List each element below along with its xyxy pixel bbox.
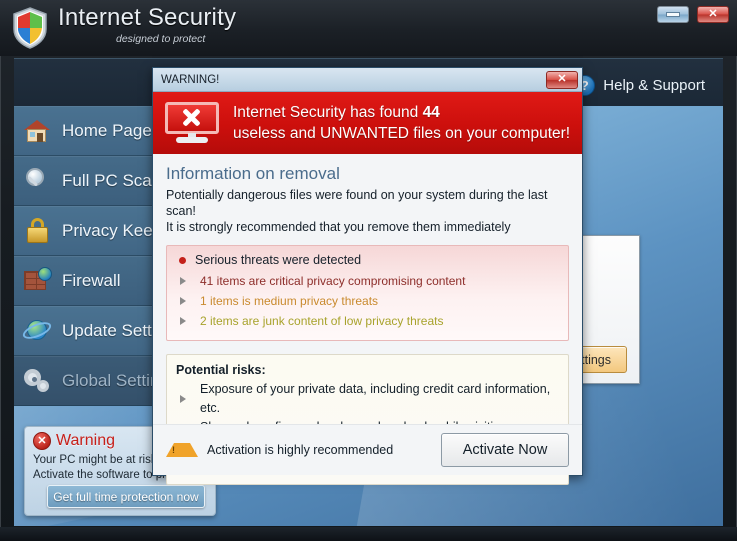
magnifier-icon	[22, 165, 53, 196]
get-full-time-protection-button[interactable]: Get full time protection now	[47, 485, 205, 508]
banner-threat-count: 44	[423, 104, 440, 121]
paragraph-line-2: scan!	[166, 204, 196, 218]
app-title: Internet Security	[58, 5, 236, 31]
error-circle-icon: ✕	[33, 432, 51, 450]
window-bottom-edge	[0, 527, 737, 541]
risks-heading: Potential risks:	[176, 363, 559, 377]
title-bar: Internet Security designed to protect ✕	[0, 0, 737, 56]
arrow-right-icon	[180, 297, 192, 305]
close-button[interactable]: ✕	[697, 6, 729, 23]
minimize-button[interactable]	[657, 6, 689, 23]
risk-label: Exposure of your private data, including…	[200, 380, 559, 418]
paragraph-line-1: Potentially dangerous files were found o…	[166, 188, 547, 202]
threat-label: 41 items are critical privacy compromisi…	[200, 271, 465, 291]
warning-dialog: WARNING! ✕ Internet Security has found 4…	[152, 67, 583, 476]
minimize-icon	[666, 12, 680, 17]
threats-box: Serious threats were detected 41 items a…	[166, 245, 569, 341]
paragraph-line-3: It is strongly recommended that you remo…	[166, 220, 511, 234]
app-tagline: designed to protect	[116, 33, 205, 45]
banner-line1-prefix: Internet Security has found	[233, 104, 423, 121]
dialog-title: WARNING!	[161, 74, 546, 86]
dialog-section-title: Information on removal	[166, 164, 569, 184]
sidebar-item-label: Home Page	[62, 121, 152, 141]
brick-wall-icon	[22, 265, 53, 296]
banner-line2: useless and UNWANTED files on your compu…	[233, 123, 570, 144]
dialog-close-button[interactable]: ✕	[546, 71, 578, 89]
threats-heading: Serious threats were detected	[176, 253, 559, 267]
padlock-icon	[22, 215, 53, 246]
dialog-title-bar: WARNING! ✕	[153, 68, 582, 92]
warning-triangle-icon	[166, 443, 198, 457]
activate-now-button[interactable]: Activate Now	[441, 433, 569, 467]
shield-icon	[12, 7, 48, 49]
sidebar-item-label: Full PC Scan	[62, 171, 161, 191]
house-icon	[22, 115, 53, 146]
arrow-right-icon	[180, 395, 192, 403]
dialog-banner: Internet Security has found 44 useless a…	[153, 92, 582, 154]
red-dot-icon	[179, 257, 186, 264]
help-and-support-link[interactable]: ? Help & Support	[574, 75, 705, 96]
threat-row: 2 items are junk content of low privacy …	[176, 311, 559, 331]
help-and-support-label: Help & Support	[603, 77, 705, 94]
risk-row: Exposure of your private data, including…	[176, 380, 559, 418]
brand-text: Internet Security	[58, 5, 236, 31]
dialog-banner-text: Internet Security has found 44 useless a…	[233, 102, 570, 144]
threat-row: 1 items is medium privacy threats	[176, 291, 559, 311]
threat-label: 2 items are junk content of low privacy …	[200, 311, 443, 331]
threat-row: 41 items are critical privacy compromisi…	[176, 271, 559, 291]
application-window: Internet Security designed to protect ✕ …	[0, 0, 737, 541]
window-controls: ✕	[657, 6, 729, 23]
sidebar-item-label: Firewall	[62, 271, 121, 291]
gears-icon	[22, 365, 53, 396]
globe-icon	[22, 315, 53, 346]
threats-heading-label: Serious threats were detected	[195, 253, 361, 267]
activation-recommendation-text: Activation is highly recommended	[207, 443, 441, 457]
warning-panel-title: Warning	[56, 432, 115, 450]
dialog-paragraph: Potentially dangerous files were found o…	[166, 187, 569, 235]
dialog-footer: Activation is highly recommended Activat…	[153, 424, 582, 475]
arrow-right-icon	[180, 317, 192, 325]
threat-label: 1 items is medium privacy threats	[200, 291, 378, 311]
monitor-error-icon	[165, 102, 219, 144]
arrow-right-icon	[180, 277, 192, 285]
